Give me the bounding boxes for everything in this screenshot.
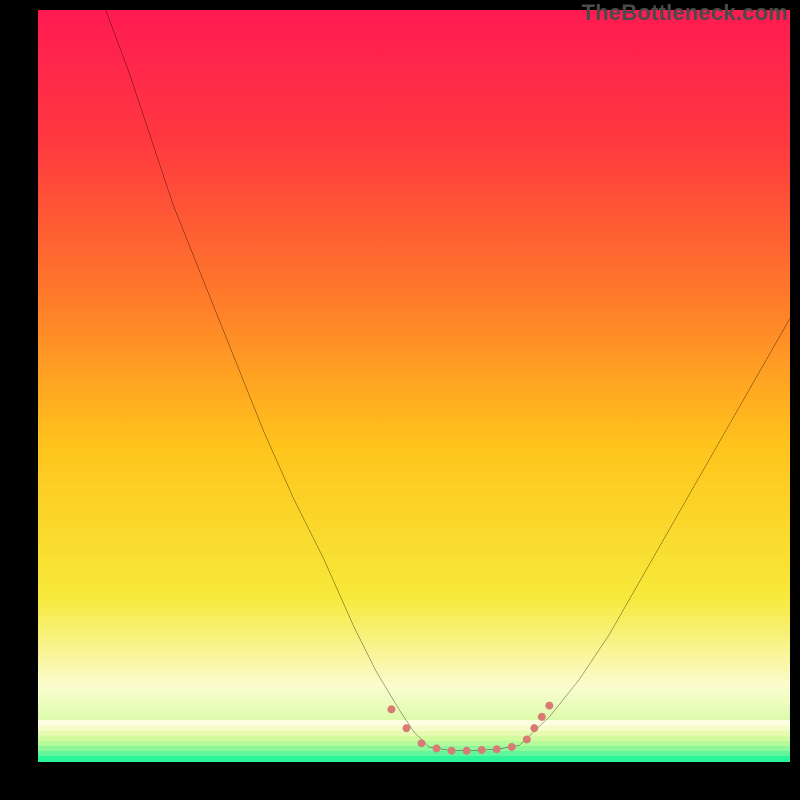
valley-marker	[493, 745, 501, 753]
valley-marker	[448, 747, 456, 755]
valley-marker	[433, 744, 441, 752]
valley-marker	[523, 735, 531, 743]
valley-marker	[463, 747, 471, 755]
valley-marker	[402, 724, 410, 732]
curve-layer	[38, 10, 790, 762]
plot-area	[38, 10, 790, 762]
bottleneck-curve	[106, 10, 790, 751]
chart-frame: TheBottleneck.com	[0, 0, 800, 800]
valley-marker	[530, 724, 538, 732]
valley-marker	[478, 746, 486, 754]
watermark-text: TheBottleneck.com	[582, 0, 788, 26]
valley-marker	[418, 739, 426, 747]
valley-marker	[538, 713, 546, 721]
valley-marker	[387, 705, 395, 713]
valley-marker	[508, 743, 516, 751]
valley-marker	[545, 702, 553, 710]
valley-markers	[387, 702, 553, 755]
